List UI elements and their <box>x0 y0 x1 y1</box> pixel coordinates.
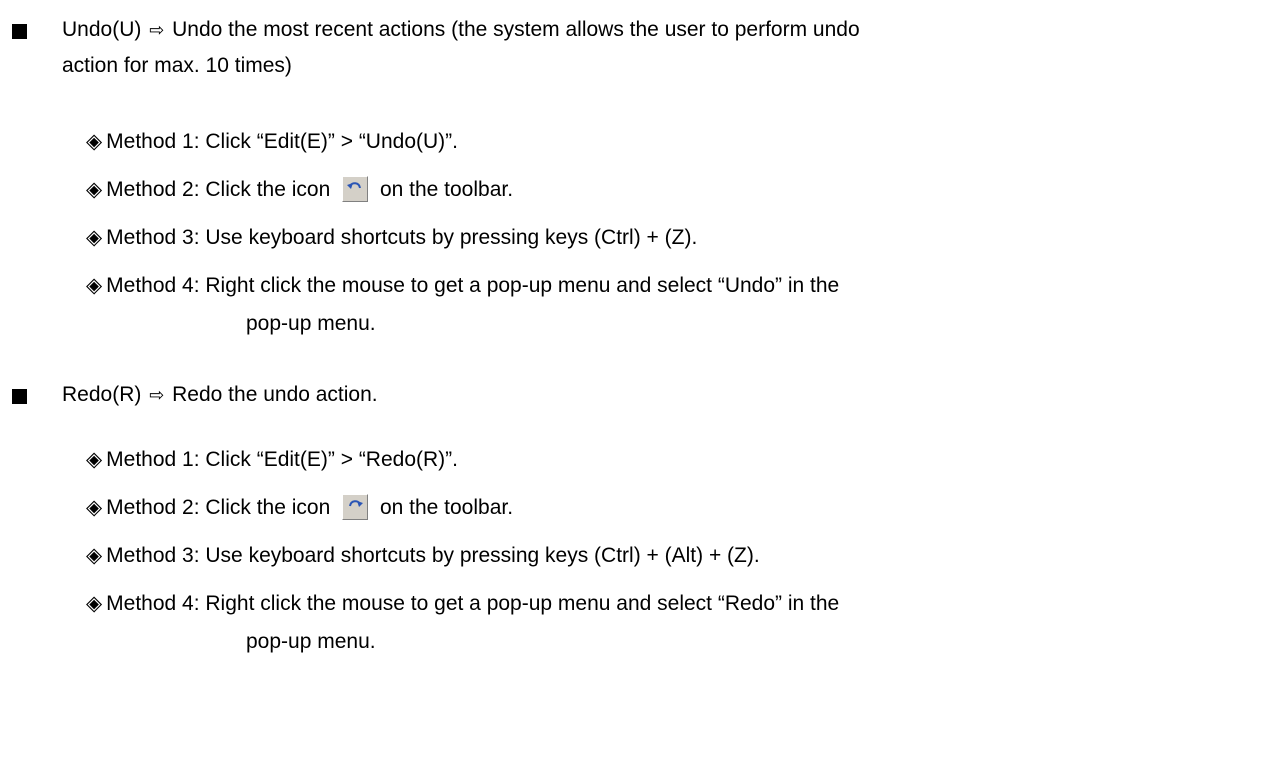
undo-icon <box>342 176 369 202</box>
diamond-bullet-icon: ◈ <box>86 448 103 471</box>
undo-method-4-cont: pop-up menu. <box>246 312 376 335</box>
bullet-square-icon <box>12 24 27 39</box>
undo-method-2-text: Method 2: Click the icon <box>106 178 331 201</box>
bullet-square-icon <box>12 389 27 404</box>
redo-method-2-text-after: on the toolbar. <box>379 496 514 519</box>
redo-method-3-text: Method 3: Use keyboard shortcuts by pres… <box>106 544 760 567</box>
undo-heading-desc-cont: action for max. 10 times) <box>62 54 292 77</box>
undo-method-2: ◈ Method 2: Click the icon on the toolbar… <box>86 176 513 204</box>
redo-method-4: ◈ Method 4: Right click the mouse to get … <box>86 590 839 618</box>
undo-method-3: ◈ Method 3: Use keyboard shortcuts by pre… <box>86 224 697 252</box>
undo-method-4-text: Method 4: Right click the mouse to get a… <box>106 274 840 297</box>
diamond-bullet-icon: ◈ <box>86 544 103 567</box>
document-page: Undo(U) ⇨ Undo the most recent actions (… <box>0 0 1276 776</box>
redo-heading-title: Redo(R) <box>62 383 142 406</box>
undo-method-1-text: Method 1: Click “Edit(E)” > “Undo(U)”. <box>106 130 458 153</box>
redo-method-3: ◈ Method 3: Use keyboard shortcuts by pre… <box>86 542 760 570</box>
right-arrow-icon: ⇨ <box>149 20 165 40</box>
redo-method-2: ◈ Method 2: Click the icon on the toolbar… <box>86 494 513 522</box>
undo-method-3-text: Method 3: Use keyboard shortcuts by pres… <box>106 226 698 249</box>
redo-method-4-cont: pop-up menu. <box>246 630 376 653</box>
redo-icon <box>342 494 369 520</box>
diamond-bullet-icon: ◈ <box>86 496 103 519</box>
diamond-bullet-icon: ◈ <box>86 130 103 153</box>
undo-heading: Undo(U) ⇨ Undo the most recent actions (… <box>62 16 860 44</box>
redo-heading: Redo(R) ⇨ Redo the undo action. <box>62 381 378 409</box>
diamond-bullet-icon: ◈ <box>86 178 103 201</box>
redo-method-4-text: Method 4: Right click the mouse to get a… <box>106 592 840 615</box>
undo-heading-desc: Undo the most recent actions (the system… <box>172 18 860 41</box>
undo-method-2-text-after: on the toolbar. <box>379 178 514 201</box>
redo-heading-desc: Redo the undo action. <box>172 383 378 406</box>
redo-method-1: ◈ Method 1: Click “Edit(E)” > “Redo(R)”. <box>86 446 458 474</box>
undo-method-4: ◈ Method 4: Right click the mouse to get … <box>86 272 839 300</box>
diamond-bullet-icon: ◈ <box>86 592 103 615</box>
undo-heading-title: Undo(U) <box>62 18 142 41</box>
redo-method-1-text: Method 1: Click “Edit(E)” > “Redo(R)”. <box>106 448 458 471</box>
undo-method-1: ◈ Method 1: Click “Edit(E)” > “Undo(U)”. <box>86 128 458 156</box>
right-arrow-icon: ⇨ <box>149 385 165 405</box>
diamond-bullet-icon: ◈ <box>86 274 103 297</box>
redo-method-2-text: Method 2: Click the icon <box>106 496 331 519</box>
diamond-bullet-icon: ◈ <box>86 226 103 249</box>
